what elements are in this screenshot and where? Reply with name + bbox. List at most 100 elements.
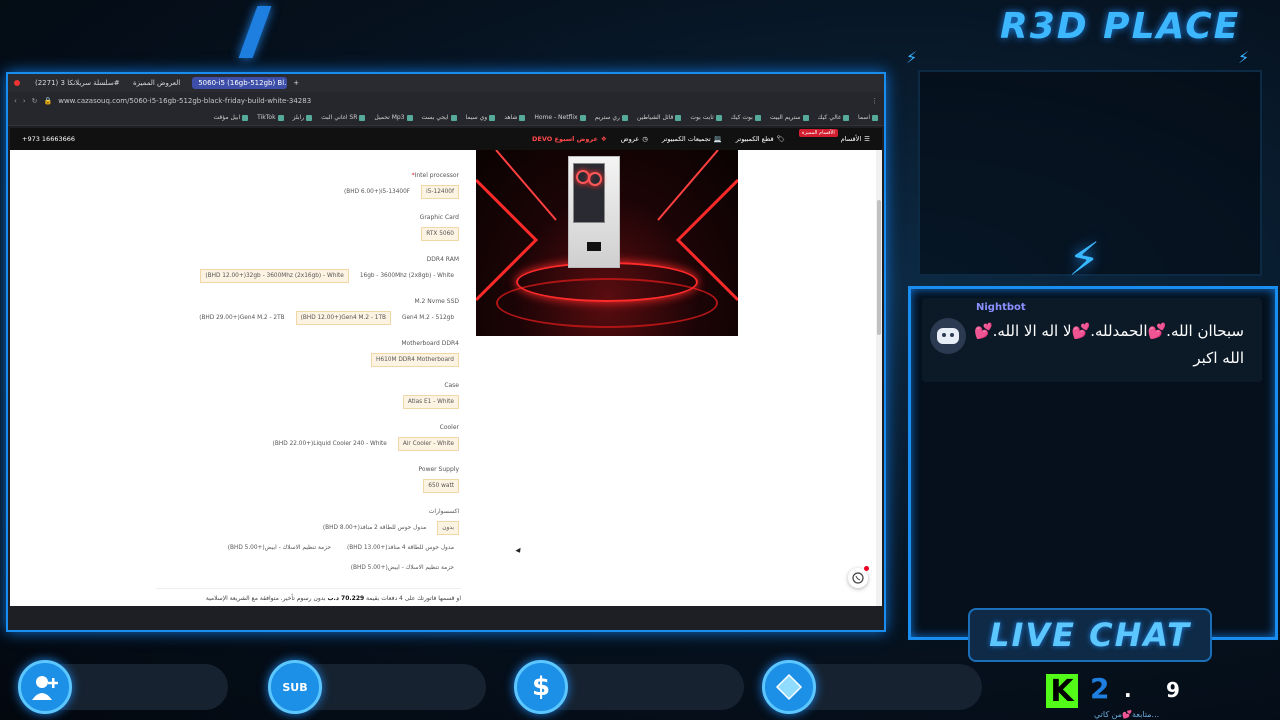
browser-logo-icon: [14, 80, 20, 86]
donate-icon: $: [514, 660, 568, 714]
bookmark-icon: [406, 114, 413, 121]
option-chip[interactable]: (BHD 13.00+)مدول حوس للطاقة 4 منافذ: [342, 541, 459, 555]
nav-categories[interactable]: ☰ الأقسام الأقسام المميزة: [798, 129, 870, 143]
bookmark-item[interactable]: Home - Netflix: [534, 114, 586, 121]
option-label: Case: [444, 382, 459, 389]
bookmark-icon: [277, 114, 284, 121]
bookmark-item[interactable]: ستريم البيت: [770, 114, 809, 121]
scrollbar-thumb[interactable]: [877, 200, 881, 335]
tab-bar: (2271) سلسلة سريلانكا 3# العروض المميزة …: [8, 74, 884, 92]
option-chip-selected[interactable]: Air Cooler - White: [397, 437, 459, 451]
option-chip-selected[interactable]: 650 watt: [423, 479, 459, 493]
bookmark-item[interactable]: ايجي بست: [422, 114, 457, 121]
nav-label: عروض اسبوع DEVO: [532, 135, 598, 143]
bookmark-item[interactable]: ثابت بوت: [690, 114, 722, 121]
installment-suffix: بدون رسوم تأخير. متوافقة مع الشريعة الإس…: [205, 595, 326, 602]
bookmark-item[interactable]: بوت كيك: [731, 114, 761, 121]
bookmark-item[interactable]: SR اغاني البث: [321, 114, 366, 121]
new-tab-icon[interactable]: +: [293, 79, 299, 87]
extensions-icon[interactable]: ⋮: [871, 97, 878, 105]
option-chips: Air Cooler - White (BHD 22.00+)Liquid Co…: [268, 437, 459, 451]
option-label: Motherboard DDR4: [401, 340, 459, 347]
bookmark-item[interactable]: اسما: [858, 114, 878, 121]
option-chip[interactable]: Gen4 M.2 - 512gb: [397, 311, 459, 325]
bookmark-label: رابلز: [292, 114, 305, 121]
option-cooler: Cooler Air Cooler - White (BHD 22.00+)Li…: [268, 424, 459, 451]
option-chip-selected[interactable]: H610M DDR4 Motherboard: [371, 353, 459, 367]
bookmark-item[interactable]: غالي كيك: [818, 114, 849, 121]
option-label: Cooler: [439, 424, 459, 431]
option-chip-selected[interactable]: (BHD 12.00+)Gen4 M.2 - 1TB: [295, 311, 391, 325]
bookmark-icon: [519, 114, 526, 121]
option-chip-selected[interactable]: (BHD 12.00+)32gb - 3600Mhz (2x16gb) - Wh…: [200, 269, 349, 283]
bookmark-icon: [489, 114, 496, 121]
nav-pc-builds[interactable]: 💻 تجميعات الكمبيوتر: [662, 135, 722, 143]
bookmark-item[interactable]: شاهد: [504, 114, 526, 121]
tab-item[interactable]: (2271) سلسلة سريلانكا 3#: [26, 77, 121, 89]
whatsapp-button[interactable]: [848, 566, 869, 588]
installment-note: او قسمها فاتورتك على 4 دفعات بقيمة 70.22…: [156, 588, 461, 602]
tab-item[interactable]: العروض المميزة: [127, 77, 186, 89]
site-navbar: +973 16663666 ☰ الأقسام الأقسام المميزة 🏷…: [10, 128, 882, 150]
bookmark-icon: [306, 114, 313, 121]
robot-icon: [937, 328, 959, 344]
bookmark-icon: [621, 114, 628, 121]
dollar-label: $: [531, 672, 551, 702]
option-cpu: *Intel processor i5-12400f (BHD 6.00+)i5…: [339, 172, 459, 199]
bookmark-item[interactable]: رابلز: [293, 114, 313, 121]
option-chip[interactable]: (BHD 5.00+)حزمة تنظيم الاسلاك - ابيض: [346, 561, 459, 575]
bookmark-label: ري ستريم: [594, 114, 620, 121]
tab-item-active[interactable]: 5060-i5 (16gb-512gb) Bl...: [192, 77, 288, 89]
option-chips: H610M DDR4 Motherboard: [371, 353, 459, 367]
option-ssd: M.2 Nvme SSD Gen4 M.2 - 512gb (BHD 12.00…: [194, 298, 459, 325]
reload-icon[interactable]: ↻: [32, 97, 38, 105]
bookmark-label: ابيل مؤقت: [213, 114, 241, 121]
option-chip[interactable]: (BHD 5.00+)حزمة تنظيم الاسلاك - ابيض: [223, 541, 336, 555]
nav-badge: الأقسام المميزة: [798, 129, 838, 137]
bookmark-item[interactable]: ابيل مؤقت: [213, 114, 249, 121]
option-psu: Power Supply 650 watt: [418, 466, 460, 493]
option-chips: i5-12400f (BHD 6.00+)i5-13400F: [339, 185, 459, 199]
option-label: Power Supply: [418, 466, 460, 473]
option-chip[interactable]: (BHD 22.00+)Liquid Cooler 240 - White: [268, 437, 392, 451]
installment-amount: 70.229 د.ب: [327, 595, 365, 602]
page-scrollbar[interactable]: [876, 150, 882, 606]
back-icon[interactable]: ‹: [14, 97, 17, 105]
option-chip-selected[interactable]: Atlas E1 - White: [402, 395, 459, 409]
live-chat-banner: LIVE CHAT: [968, 608, 1212, 662]
option-label: DDR4 RAM: [426, 256, 459, 263]
option-label: M.2 Nvme SSD: [414, 298, 459, 305]
option-chip-selected[interactable]: RTX 5060: [421, 227, 459, 241]
option-chip-selected[interactable]: بدون: [437, 521, 459, 535]
kick-separator: .: [1124, 678, 1132, 702]
option-chip-selected[interactable]: i5-12400f: [421, 185, 459, 199]
bookmark-label: ستريم البيت: [769, 114, 801, 121]
option-chip[interactable]: (BHD 8.00+)مدول حوس للطاقة 2 منافذ: [318, 521, 431, 535]
bookmark-icon: [715, 114, 722, 121]
bookmarks-bar: اسما غالي كيك ستريم البيت بوت كيك ثابت ب…: [8, 110, 884, 126]
option-chip[interactable]: 16gb - 3600Mhz (2x8gb) - White: [355, 269, 459, 283]
option-chip[interactable]: (BHD 6.00+)i5-13400F: [339, 185, 415, 199]
bookmark-item[interactable]: TikTok: [257, 114, 284, 121]
bolt-icon: ⚡: [1068, 232, 1101, 286]
bookmark-item[interactable]: Mp3 تحميل: [374, 114, 413, 121]
bookmark-label: بوت كيك: [730, 114, 753, 121]
nav-pc-parts[interactable]: 🏷 قطع الكمبيوتر: [736, 135, 785, 143]
phone-number[interactable]: +973 16663666: [22, 135, 75, 143]
bookmark-item[interactable]: وي سيما: [466, 114, 496, 121]
forward-icon[interactable]: ›: [23, 97, 26, 105]
follow-icon: [18, 660, 72, 714]
url-field[interactable]: www.cazasouq.com/5060-i5-16gb-512gb-blac…: [58, 97, 865, 105]
nav-offers[interactable]: ◷ عروض: [621, 135, 648, 143]
bookmark-icon: [754, 114, 761, 121]
option-chips: بدون (BHD 8.00+)مدول حوس للطاقة 2 منافذ …: [209, 521, 459, 575]
nav-label: الأقسام: [840, 135, 862, 143]
nav-devo-week[interactable]: ❖ عروض اسبوع DEVO: [532, 135, 607, 143]
nav-label: تجميعات الكمبيوتر: [661, 135, 711, 143]
bookmark-item[interactable]: ري ستريم: [595, 114, 628, 121]
option-chip[interactable]: (BHD 29.00+)Gen4 M.2 - 2TB: [194, 311, 289, 325]
address-bar: ‹ › ↻ 🔒 www.cazasouq.com/5060-i5-16gb-51…: [8, 92, 884, 110]
bookmark-item[interactable]: قائل الشياطين: [637, 114, 682, 121]
product-page: *Intel processor i5-12400f (BHD 6.00+)i5…: [10, 150, 882, 606]
bookmark-label: اسما: [858, 114, 870, 121]
